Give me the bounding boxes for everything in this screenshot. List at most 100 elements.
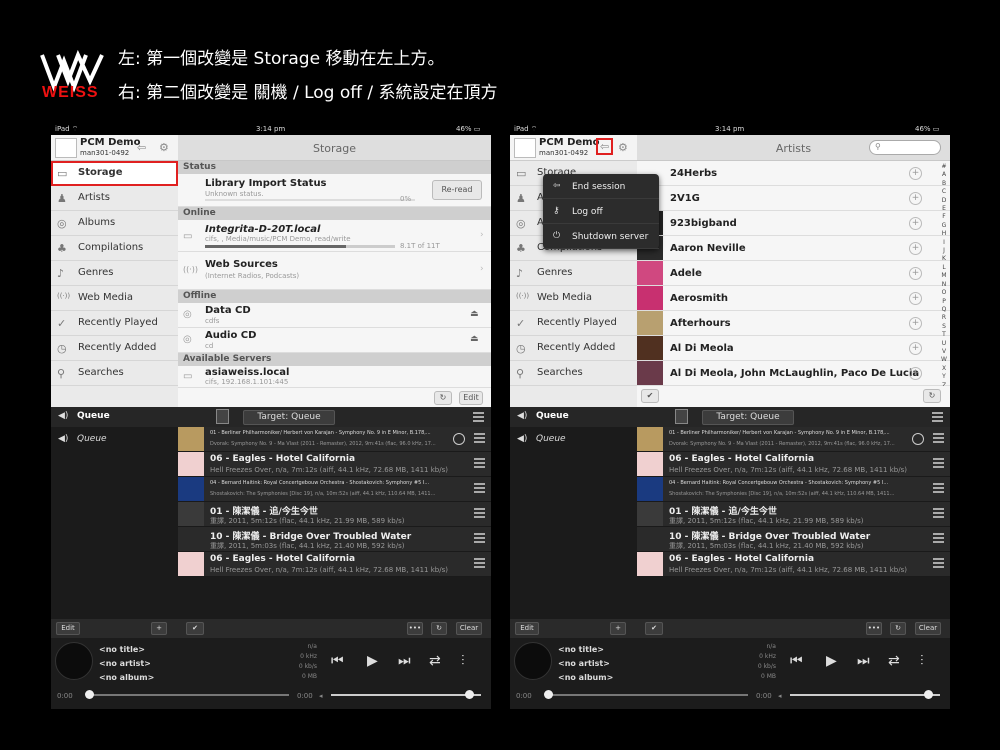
volume-knob[interactable] bbox=[465, 690, 474, 699]
drag-handle-icon[interactable] bbox=[933, 508, 944, 518]
eject-icon[interactable]: ⏏ bbox=[470, 309, 479, 319]
web-sources-row[interactable]: ((·)) Web Sources (Internet Radios, Podc… bbox=[178, 252, 491, 290]
queue-row[interactable]: 06 - Eagles - Hotel California Hell Freez… bbox=[178, 452, 491, 477]
audio-cd-row[interactable]: ◎ Audio CD cd ⏏ bbox=[178, 328, 491, 353]
equalizer-icon[interactable]: ⫶ bbox=[461, 653, 465, 669]
index-letter[interactable]: Q bbox=[940, 306, 948, 314]
search-input[interactable]: ⚲ bbox=[869, 140, 941, 155]
sidebar-item-web-media[interactable]: ((·)) Web Media bbox=[510, 286, 637, 311]
add-icon[interactable]: + bbox=[151, 622, 167, 635]
index-letter[interactable]: B bbox=[940, 180, 948, 188]
refresh-icon[interactable]: ↻ bbox=[890, 622, 906, 635]
queue-row[interactable]: 06 - Eagles - Hotel California Hell Freez… bbox=[178, 552, 491, 577]
queue-row[interactable]: 10 - 陳潔儀 - Bridge Over Troubled Water 重譯,… bbox=[178, 527, 491, 552]
refresh-icon[interactable]: ↻ bbox=[434, 391, 452, 405]
target-queue-button[interactable]: Target: Queue bbox=[243, 410, 335, 425]
queue-row[interactable]: 01 - Berliner Philharmoniker/ Herbert vo… bbox=[637, 427, 950, 452]
index-letter[interactable]: H bbox=[940, 230, 948, 238]
drag-handle-icon[interactable] bbox=[933, 433, 944, 443]
queue-row[interactable]: 04 - Bernard Haitink: Royal Concertgebou… bbox=[178, 477, 491, 502]
previous-icon[interactable]: ⏮ bbox=[331, 653, 344, 669]
sidebar-item-recently-added[interactable]: ◷ Recently Added bbox=[51, 336, 178, 361]
drag-handle-icon[interactable] bbox=[474, 533, 485, 543]
index-letter[interactable]: W bbox=[940, 356, 948, 364]
gear-icon[interactable]: ⚙ bbox=[618, 141, 628, 154]
more-icon[interactable]: ••• bbox=[866, 622, 882, 635]
index-letter[interactable]: Y bbox=[940, 373, 948, 381]
index-letter[interactable]: C bbox=[940, 188, 948, 196]
index-letter[interactable]: O bbox=[940, 289, 948, 297]
artist-row[interactable]: Aerosmith + bbox=[637, 286, 950, 311]
artist-row[interactable]: 2V1G + bbox=[637, 186, 950, 211]
clear-button[interactable]: Clear bbox=[915, 622, 941, 635]
drag-handle-icon[interactable] bbox=[933, 483, 944, 493]
eject-icon[interactable]: ⏏ bbox=[470, 334, 479, 344]
queue-list-item[interactable]: Queue bbox=[536, 434, 566, 444]
artist-row[interactable]: Al Di Meola + bbox=[637, 336, 950, 361]
drag-handle-icon[interactable] bbox=[933, 458, 944, 468]
index-letter[interactable]: S bbox=[940, 323, 948, 331]
queue-list-icon[interactable] bbox=[216, 409, 229, 424]
drag-handle-icon[interactable] bbox=[933, 558, 944, 568]
clear-button[interactable]: Clear bbox=[456, 622, 482, 635]
drag-handle-icon[interactable] bbox=[474, 558, 485, 568]
index-letter[interactable]: # bbox=[940, 163, 948, 171]
index-letter[interactable]: P bbox=[940, 298, 948, 306]
index-letter[interactable]: D bbox=[940, 197, 948, 205]
add-icon[interactable]: + bbox=[909, 367, 922, 380]
sidebar-item-web-media[interactable]: ((·)) Web Media bbox=[51, 286, 178, 311]
check-icon[interactable]: ✔ bbox=[186, 622, 204, 635]
session-icon[interactable]: ⇦ bbox=[596, 138, 614, 155]
artist-row[interactable]: Al Di Meola, John McLaughlin, Paco De Lu… bbox=[637, 361, 950, 386]
queue-tab[interactable]: Queue bbox=[77, 411, 110, 421]
add-icon[interactable]: + bbox=[909, 342, 922, 355]
reread-button[interactable]: Re-read bbox=[432, 180, 482, 200]
check-icon[interactable]: ✔ bbox=[641, 389, 659, 403]
artist-row[interactable]: 923bigband + bbox=[637, 211, 950, 236]
integrita-row[interactable]: ▭ Integrita-D-20T.local cifs, , Media/mu… bbox=[178, 220, 491, 252]
add-icon[interactable]: + bbox=[909, 217, 922, 230]
sidebar-item-searches[interactable]: ⚲ Searches bbox=[510, 361, 637, 386]
menu-item-log-off[interactable]: ⚷ Log off bbox=[543, 199, 659, 224]
queue-row[interactable]: 10 - 陳潔儀 - Bridge Over Troubled Water 重譯,… bbox=[637, 527, 950, 552]
index-letter[interactable]: K bbox=[940, 255, 948, 263]
artist-row[interactable]: Adele + bbox=[637, 261, 950, 286]
more-icon[interactable]: ••• bbox=[407, 622, 423, 635]
artist-row[interactable]: 24Herbs + bbox=[637, 161, 950, 186]
next-icon[interactable]: ⏭ bbox=[857, 653, 870, 669]
seek-knob[interactable] bbox=[544, 690, 553, 699]
menu-item-shutdown-server[interactable]: ⏻ Shutdown server bbox=[543, 224, 659, 249]
add-icon[interactable]: + bbox=[909, 167, 922, 180]
check-icon[interactable]: ✔ bbox=[645, 622, 663, 635]
index-letter[interactable]: R bbox=[940, 314, 948, 322]
index-letter[interactable]: L bbox=[940, 264, 948, 272]
index-letter[interactable]: X bbox=[940, 365, 948, 373]
sidebar-item-genres[interactable]: ♪ Genres bbox=[51, 261, 178, 286]
sidebar-item-albums[interactable]: ◎ Albums bbox=[51, 211, 178, 236]
artist-row[interactable]: Aaron Neville + bbox=[637, 236, 950, 261]
artist-row[interactable]: Afterhours + bbox=[637, 311, 950, 336]
refresh-icon[interactable]: ↻ bbox=[923, 389, 941, 403]
edit-button[interactable]: Edit bbox=[515, 622, 539, 635]
add-icon[interactable]: + bbox=[610, 622, 626, 635]
target-queue-button[interactable]: Target: Queue bbox=[702, 410, 794, 425]
seek-bar[interactable] bbox=[89, 694, 289, 696]
previous-icon[interactable]: ⏮ bbox=[790, 653, 803, 669]
add-icon[interactable]: + bbox=[909, 292, 922, 305]
queue-list-icon[interactable] bbox=[675, 409, 688, 424]
index-letter[interactable]: J bbox=[940, 247, 948, 255]
menu-icon[interactable] bbox=[473, 412, 484, 422]
next-icon[interactable]: ⏭ bbox=[398, 653, 411, 669]
queue-row[interactable]: 01 - 陳潔儀 - 追/今生今世 重譯, 2011, 5m:12s (flac,… bbox=[178, 502, 491, 527]
queue-list-item[interactable]: Queue bbox=[77, 434, 107, 444]
sidebar-item-artists[interactable]: ♟ Artists bbox=[51, 186, 178, 211]
edit-button[interactable]: Edit bbox=[56, 622, 80, 635]
drag-handle-icon[interactable] bbox=[474, 483, 485, 493]
server-header[interactable]: PCM Demo man301-0492 ⇦ ⚙ bbox=[510, 135, 637, 161]
asiaweiss-row[interactable]: ▭ asiaweiss.local cifs, 192.168.1.101:44… bbox=[178, 366, 491, 388]
menu-item-end-session[interactable]: ⇦ End session bbox=[543, 174, 659, 199]
add-icon[interactable]: + bbox=[909, 317, 922, 330]
index-letter[interactable]: F bbox=[940, 213, 948, 221]
index-letter[interactable]: A bbox=[940, 171, 948, 179]
refresh-icon[interactable]: ↻ bbox=[431, 622, 447, 635]
